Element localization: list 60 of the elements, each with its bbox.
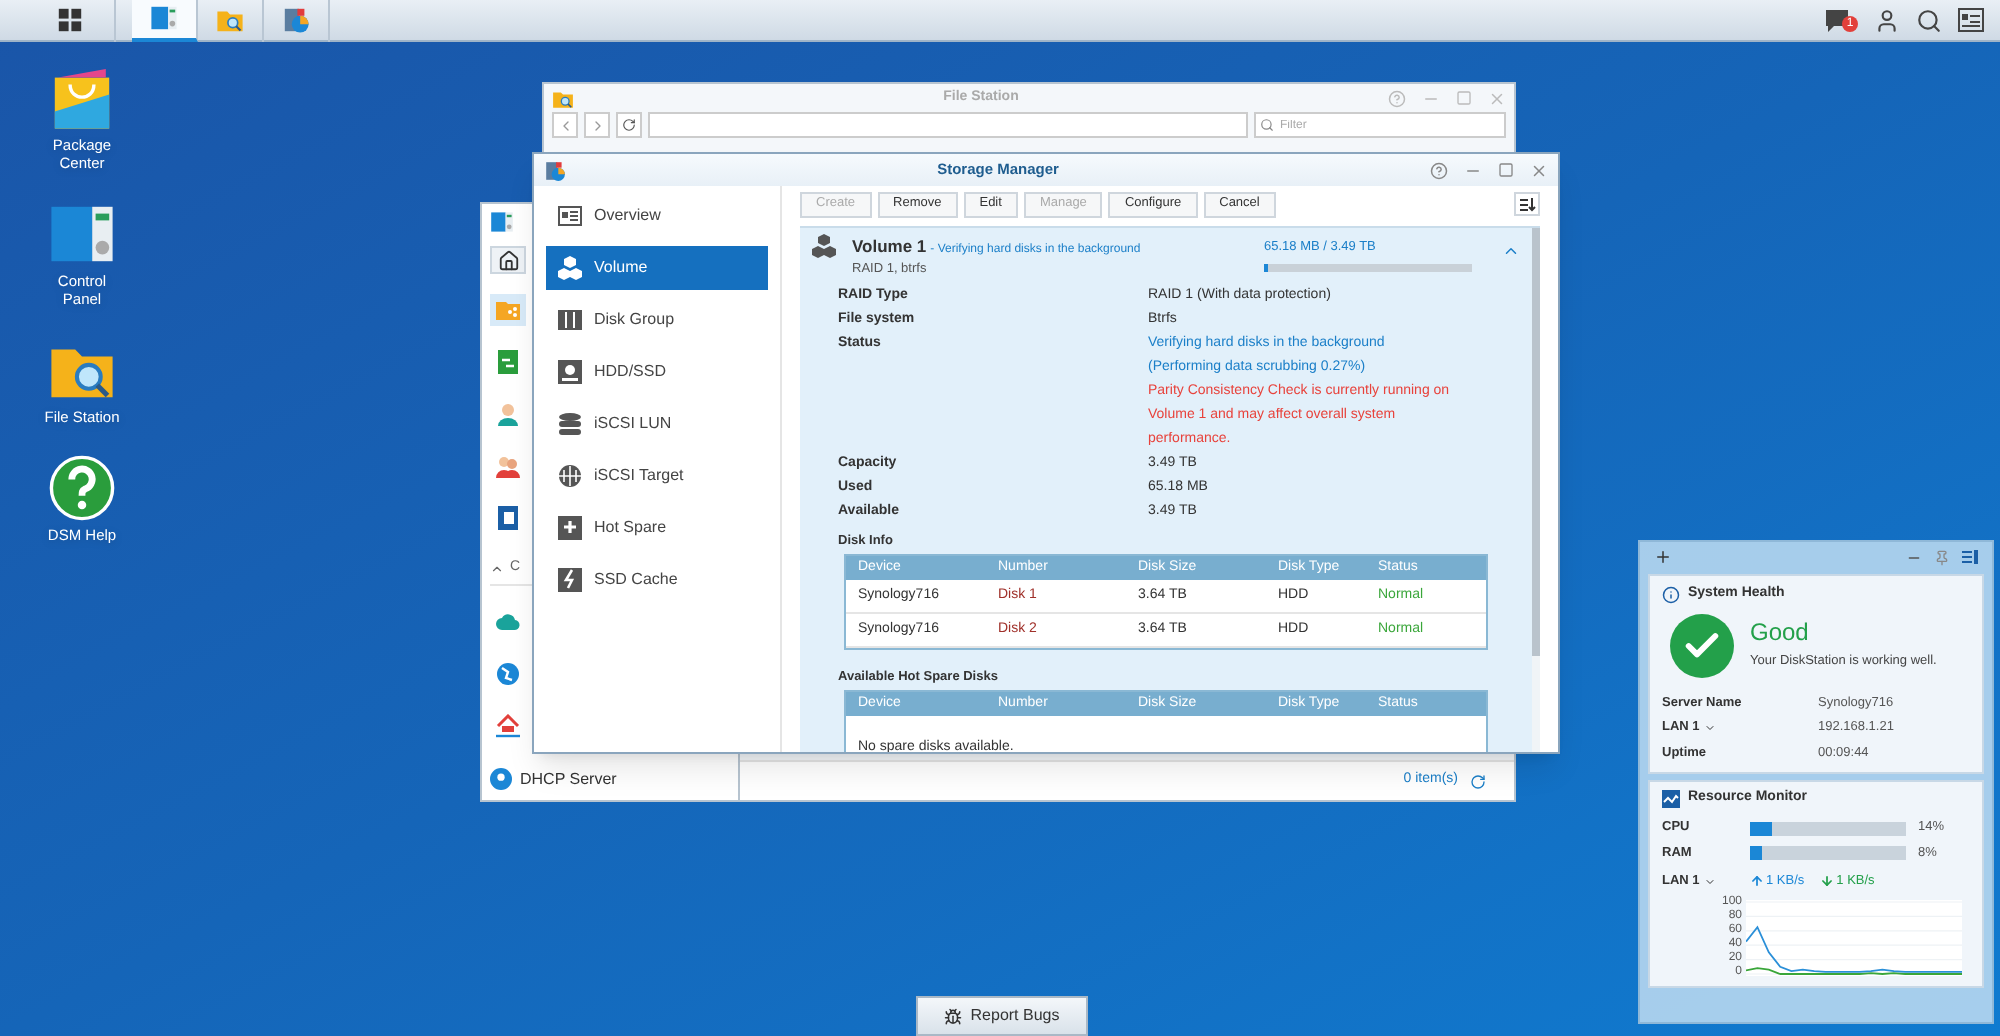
house-network-icon [496, 713, 520, 737]
panel-toggle-icon[interactable] [1962, 550, 1978, 564]
refresh-button[interactable] [616, 112, 642, 138]
refresh-icon[interactable] [1470, 773, 1486, 789]
sidebar-item[interactable] [490, 246, 526, 274]
info-icon [1662, 585, 1680, 604]
plus-box-icon [558, 516, 582, 540]
path-field[interactable] [648, 112, 1248, 138]
sidebar-item[interactable]: Volume [546, 246, 768, 290]
sidebar-item[interactable]: iSCSI Target [546, 454, 768, 498]
bug-icon [944, 1007, 963, 1025]
sidebar-item[interactable]: Overview [546, 194, 768, 238]
database-icon [558, 412, 582, 436]
folder-icon [552, 87, 574, 109]
help-button[interactable] [1430, 161, 1448, 179]
search-icon [1260, 118, 1274, 132]
maximize-button[interactable] [1498, 162, 1514, 178]
home-icon [497, 249, 519, 271]
main-menu-icon [55, 6, 83, 34]
sort-button[interactable] [1514, 192, 1540, 216]
search-icon[interactable] [1916, 7, 1942, 33]
add-widget-button[interactable] [1654, 548, 1672, 566]
help-icon [48, 454, 116, 522]
widgets-icon[interactable] [1958, 8, 1984, 32]
sidebar-item[interactable]: iSCSI LUN [546, 402, 768, 446]
lightning-box-icon [558, 568, 582, 592]
directory-icon [496, 506, 520, 530]
sidebar-item[interactable]: Disk Group [546, 298, 768, 342]
collapse-button[interactable] [1502, 242, 1520, 260]
folder-icon [216, 6, 244, 34]
sidebar-item[interactable]: HDD/SSD [546, 350, 768, 394]
dropdown-icon[interactable] [1703, 722, 1716, 735]
dropdown-icon[interactable] [1703, 875, 1716, 888]
sidebar-item[interactable]: Hot Spare [546, 506, 768, 550]
cloud-icon [496, 609, 520, 633]
sidebar-item[interactable]: DHCP Server [490, 767, 738, 791]
refresh-icon [622, 118, 636, 132]
cubes-icon [812, 234, 836, 258]
collapse-icon[interactable] [490, 561, 504, 576]
download-icon [1820, 874, 1835, 889]
disk-group-icon [558, 308, 582, 332]
group-icon [496, 454, 520, 478]
health-status: Good [1750, 615, 1811, 649]
user-icon [496, 402, 520, 426]
check-icon [1670, 613, 1734, 677]
file-services-icon [496, 350, 520, 374]
overview-icon [558, 204, 582, 228]
close-button[interactable] [1530, 161, 1548, 179]
target-globe-icon [558, 464, 582, 488]
user-icon[interactable] [1874, 7, 1900, 33]
upload-icon [1750, 874, 1764, 889]
report-bugs-button[interactable]: Report Bugs [916, 996, 1088, 1036]
volume-name: Volume 1 [852, 234, 927, 260]
shared-folder-icon [496, 298, 520, 322]
monitor-icon [1662, 789, 1680, 807]
sidebar-item[interactable]: SSD Cache [546, 558, 768, 602]
cubes-icon [558, 256, 582, 280]
pin-button[interactable] [1934, 549, 1950, 565]
scrollbar[interactable] [1532, 228, 1540, 752]
globe-icon [496, 661, 520, 685]
